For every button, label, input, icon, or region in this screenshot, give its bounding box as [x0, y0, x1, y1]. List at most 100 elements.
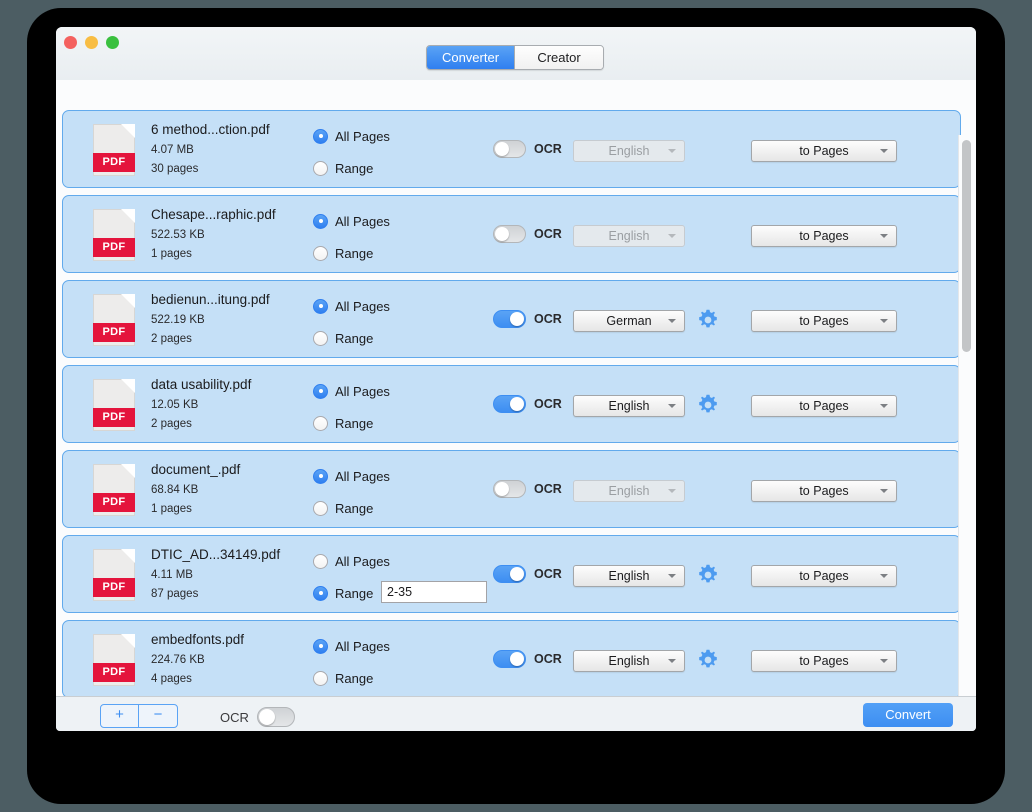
range-option[interactable]: Range — [313, 498, 390, 518]
all-pages-radio[interactable] — [313, 553, 328, 569]
row-ocr-label: OCR — [534, 567, 562, 581]
row-ocr-toggle[interactable] — [493, 310, 526, 328]
all-pages-label: All Pages — [335, 553, 390, 569]
file-row[interactable]: PDF Chesape...raphic.pdf 522.53 KB 1 pages A… — [62, 195, 961, 273]
row-ocr-control: OCR — [493, 225, 562, 243]
all-pages-radio[interactable] — [313, 638, 328, 654]
gear-icon[interactable] — [697, 309, 719, 331]
file-info: DTIC_AD...34149.pdf 4.11 MB 87 pages — [151, 547, 331, 600]
convert-button[interactable]: Convert — [863, 703, 953, 727]
output-format-select[interactable]: to Pages — [751, 395, 897, 417]
all-pages-option[interactable]: All Pages — [313, 296, 390, 316]
ocr-language-select[interactable]: English — [573, 650, 685, 672]
row-ocr-toggle[interactable] — [493, 395, 526, 413]
output-format-select[interactable]: to Pages — [751, 480, 897, 502]
pdf-badge: PDF — [93, 323, 135, 342]
page-range-radio-group: All Pages Range — [313, 126, 390, 190]
scrollbar-thumb[interactable] — [962, 140, 971, 352]
pdf-badge: PDF — [93, 663, 135, 682]
global-ocr-toggle[interactable] — [256, 707, 295, 727]
output-format-select[interactable]: to Pages — [751, 565, 897, 587]
minimize-button[interactable] — [85, 36, 98, 49]
close-button[interactable] — [64, 36, 77, 49]
range-label: Range — [335, 585, 374, 601]
output-format-select[interactable]: to Pages — [751, 650, 897, 672]
gear-icon[interactable] — [697, 564, 719, 586]
all-pages-option[interactable]: All Pages — [313, 126, 390, 146]
page-range-radio-group: All Pages Range — [313, 466, 390, 530]
range-radio[interactable] — [313, 500, 328, 516]
ocr-language-select: English — [573, 225, 685, 247]
range-radio[interactable] — [313, 670, 328, 686]
remove-file-button[interactable]: − — [139, 705, 177, 727]
range-option[interactable]: Range — [313, 243, 390, 263]
file-row[interactable]: PDF embedfonts.pdf 224.76 KB 4 pages All Pag… — [62, 620, 961, 696]
ocr-language-select[interactable]: English — [573, 565, 685, 587]
range-option[interactable]: Range — [313, 583, 390, 603]
range-radio[interactable] — [313, 330, 328, 346]
all-pages-option[interactable]: All Pages — [313, 551, 390, 571]
output-format-select[interactable]: to Pages — [751, 310, 897, 332]
row-ocr-label: OCR — [534, 312, 562, 326]
range-radio[interactable] — [313, 160, 328, 176]
range-input[interactable]: 2-35 — [381, 581, 487, 603]
all-pages-option[interactable]: All Pages — [313, 466, 390, 486]
range-label: Range — [335, 245, 374, 261]
range-radio[interactable] — [313, 585, 328, 601]
file-row[interactable]: PDF data usability.pdf 12.05 KB 2 pages All … — [62, 365, 961, 443]
range-option[interactable]: Range — [313, 668, 390, 688]
all-pages-option[interactable]: All Pages — [313, 211, 390, 231]
output-format-select[interactable]: to Pages — [751, 140, 897, 162]
scrollbar-track[interactable] — [958, 135, 974, 696]
all-pages-option[interactable]: All Pages — [313, 381, 390, 401]
file-size: 4.07 MB — [151, 144, 194, 156]
range-radio[interactable] — [313, 415, 328, 431]
add-file-button[interactable]: + — [101, 705, 139, 727]
file-info: Chesape...raphic.pdf 522.53 KB 1 pages — [151, 207, 331, 260]
file-name: DTIC_AD...34149.pdf — [151, 547, 281, 562]
range-label: Range — [335, 330, 374, 346]
row-ocr-toggle[interactable] — [493, 565, 526, 583]
file-row[interactable]: PDF document_.pdf 68.84 KB 1 pages All Pages… — [62, 450, 961, 528]
row-ocr-toggle[interactable] — [493, 140, 526, 158]
range-option[interactable]: Range — [313, 328, 390, 348]
all-pages-radio[interactable] — [313, 383, 328, 399]
ocr-language-select[interactable]: English — [573, 395, 685, 417]
row-ocr-label: OCR — [534, 652, 562, 666]
all-pages-option[interactable]: All Pages — [313, 636, 390, 656]
mode-segmented-control[interactable]: Converter Creator — [426, 45, 604, 70]
add-remove-segmented-control[interactable]: + − — [100, 704, 178, 728]
pdf-file-icon: PDF — [93, 634, 135, 686]
all-pages-radio[interactable] — [313, 128, 328, 144]
chevron-down-icon — [668, 319, 676, 323]
row-ocr-toggle[interactable] — [493, 225, 526, 243]
tab-creator[interactable]: Creator — [515, 46, 603, 69]
file-row[interactable]: PDF bedienun...itung.pdf 522.19 KB 2 pages A… — [62, 280, 961, 358]
row-ocr-toggle[interactable] — [493, 480, 526, 498]
range-radio[interactable] — [313, 245, 328, 261]
gear-icon[interactable] — [697, 394, 719, 416]
all-pages-radio[interactable] — [313, 468, 328, 484]
zoom-button[interactable] — [106, 36, 119, 49]
file-row[interactable]: PDF 6 method...ction.pdf 4.07 MB 30 pages Al… — [62, 110, 961, 188]
file-row[interactable]: PDF DTIC_AD...34149.pdf 4.11 MB 87 pages All… — [62, 535, 961, 613]
output-format-select[interactable]: to Pages — [751, 225, 897, 247]
page-range-radio-group: All Pages Range — [313, 211, 390, 275]
chevron-down-icon — [668, 659, 676, 663]
page-fold-icon — [121, 124, 135, 138]
all-pages-radio[interactable] — [313, 213, 328, 229]
range-option[interactable]: Range — [313, 413, 390, 433]
pdf-badge: PDF — [93, 493, 135, 512]
ocr-language-select[interactable]: German — [573, 310, 685, 332]
range-option[interactable]: Range — [313, 158, 390, 178]
gear-icon[interactable] — [697, 649, 719, 671]
tab-converter[interactable]: Converter — [427, 46, 515, 69]
row-ocr-control: OCR — [493, 395, 562, 413]
row-ocr-toggle[interactable] — [493, 650, 526, 668]
page-fold-icon — [121, 549, 135, 563]
file-list: PDF 6 method...ction.pdf 4.07 MB 30 pages Al… — [56, 80, 976, 696]
chevron-down-icon — [880, 149, 888, 153]
pdf-file-icon: PDF — [93, 379, 135, 431]
file-info: document_.pdf 68.84 KB 1 pages — [151, 462, 331, 515]
all-pages-radio[interactable] — [313, 298, 328, 314]
